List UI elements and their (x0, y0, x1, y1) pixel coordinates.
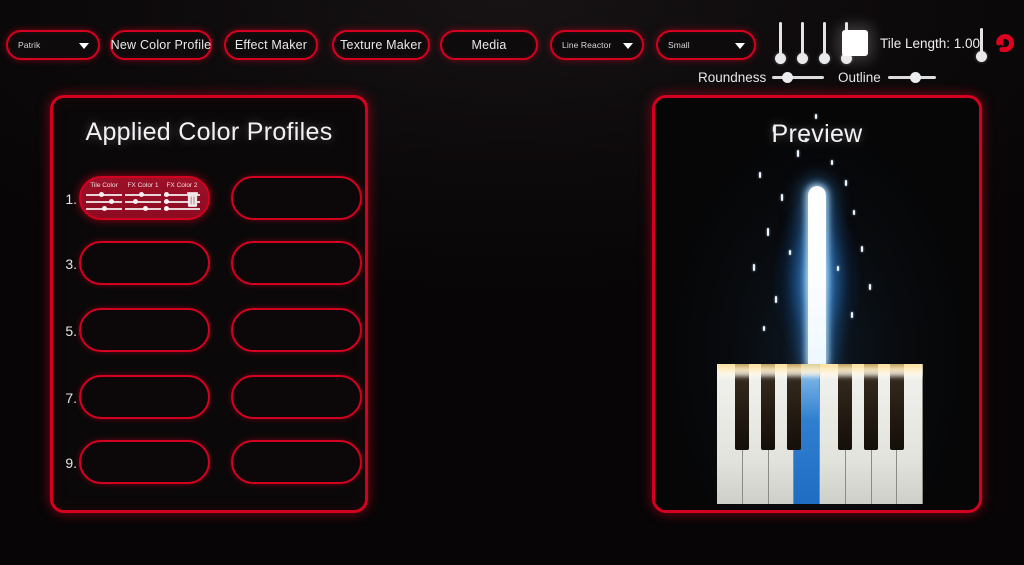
spark-particle (869, 284, 871, 290)
slot-number-1: 1. (65, 191, 77, 207)
media-button[interactable]: Media (440, 30, 538, 60)
channel-fx-color-1[interactable]: FX Color 1 (125, 182, 161, 212)
channel-tile-color[interactable]: Tile Color (86, 182, 122, 212)
black-key[interactable] (838, 364, 852, 450)
chevron-down-icon (623, 43, 633, 49)
top-toolbar: Patrik New Color Profile Effect Maker Te… (0, 0, 1024, 92)
spark-particle (853, 210, 855, 215)
spark-particle (781, 194, 783, 201)
effect-maker-button[interactable]: Effect Maker (224, 30, 318, 60)
tile-length-slider[interactable] (975, 28, 988, 62)
tile-slider-1[interactable] (774, 22, 787, 64)
color-profile-card-1[interactable]: Tile Color FX Color 1 FX Color 2 (79, 176, 210, 220)
color-profile-slot-9[interactable] (79, 440, 210, 484)
spark-particle (753, 264, 755, 271)
trash-icon[interactable] (186, 191, 199, 208)
profile-select-value: Patrik (18, 40, 41, 50)
size-select-value: Small (668, 40, 690, 50)
spark-particle (861, 246, 863, 252)
spark-particle (789, 250, 791, 255)
slot-number-3: 3. (65, 256, 77, 272)
spark-particle (767, 228, 769, 236)
spark-particle (759, 172, 761, 178)
color-profile-slot-7[interactable] (79, 375, 210, 419)
new-color-profile-label: New Color Profile (110, 38, 212, 52)
slot-number-9: 9. (65, 455, 77, 471)
effect-maker-label: Effect Maker (234, 38, 308, 52)
black-key[interactable] (735, 364, 749, 450)
tile-length-label: Tile Length: 1.00 (880, 36, 981, 51)
channel-label: Tile Color (90, 182, 118, 189)
color-profile-slot-8[interactable] (231, 375, 362, 419)
piano-keyboard[interactable] (717, 364, 923, 504)
profile-select[interactable]: Patrik (6, 30, 100, 60)
tile-color-swatch[interactable] (842, 30, 868, 56)
spark-particle (763, 326, 765, 331)
black-key[interactable] (890, 364, 904, 450)
reactor-select[interactable]: Line Reactor (550, 30, 644, 60)
color-profile-slot-5[interactable] (79, 308, 210, 352)
chevron-down-icon (735, 43, 745, 49)
spark-particle (851, 312, 853, 318)
spark-particle (815, 114, 817, 119)
spark-particle (775, 296, 777, 303)
black-key[interactable] (761, 364, 775, 450)
preview-stage: Preview (655, 98, 979, 510)
texture-maker-label: Texture Maker (340, 38, 422, 52)
application-window: Patrik New Color Profile Effect Maker Te… (0, 0, 1024, 565)
preview-panel: Preview (652, 95, 982, 513)
spark-particle (797, 150, 799, 157)
saber-beam (808, 186, 826, 366)
preview-title: Preview (771, 120, 863, 148)
spark-particle (837, 266, 839, 271)
media-label: Media (471, 38, 507, 52)
channel-label: FX Color 1 (127, 182, 159, 189)
color-profile-slot-10[interactable] (231, 440, 362, 484)
texture-maker-button[interactable]: Texture Maker (332, 30, 430, 60)
spark-particle (831, 160, 833, 165)
black-key[interactable] (864, 364, 878, 450)
page-title: Applied Color Profiles (85, 118, 333, 146)
slot-number-7: 7. (65, 390, 77, 406)
roundness-slider[interactable] (772, 70, 824, 84)
tile-slider-3[interactable] (818, 22, 831, 64)
undo-arrow-icon[interactable] (991, 30, 1017, 56)
channel-label: FX Color 2 (166, 182, 198, 189)
size-select[interactable]: Small (656, 30, 756, 60)
roundness-label: Roundness (698, 70, 767, 85)
outline-label: Outline (838, 70, 881, 85)
applied-color-profiles-panel: Applied Color Profiles 1. Tile Color FX … (50, 95, 368, 513)
color-profile-slot-6[interactable] (231, 308, 362, 352)
reactor-select-value: Line Reactor (562, 40, 612, 50)
black-key[interactable] (787, 364, 801, 450)
chevron-down-icon (79, 43, 89, 49)
outline-slider[interactable] (888, 70, 936, 84)
color-profile-slot-4[interactable] (231, 241, 362, 285)
tile-slider-2[interactable] (796, 22, 809, 64)
color-profile-slot-3[interactable] (79, 241, 210, 285)
color-profile-slot-2[interactable] (231, 176, 362, 220)
slot-number-5: 5. (65, 323, 77, 339)
spark-particle (845, 180, 847, 186)
bottom-toolbar: ✔ Keyboard Saber Background Rev Animatio… (0, 510, 1024, 565)
new-color-profile-button[interactable]: New Color Profile (110, 30, 212, 60)
